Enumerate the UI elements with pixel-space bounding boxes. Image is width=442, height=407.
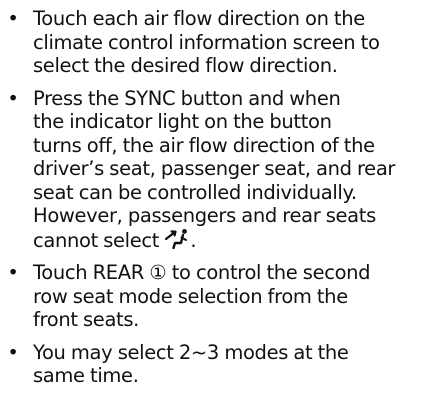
- item-line: same time.: [33, 364, 139, 387]
- item-line: Touch REAR ① to control the second: [33, 261, 371, 284]
- item-line: turns off, the air flow direction of the: [33, 133, 375, 157]
- instruction-list: • Touch each air flow direction on the c…: [0, 0, 442, 388]
- item-line: You may select 2~3 modes at the: [33, 340, 349, 364]
- item-line: Touch each air flow direction on the: [33, 7, 365, 30]
- list-item: • You may select 2~3 modes at the same t…: [0, 341, 442, 388]
- bullet-marker: •: [7, 7, 19, 30]
- bullet-marker: •: [7, 340, 19, 364]
- item-line: front seats.: [33, 308, 139, 331]
- bullet-marker: •: [7, 86, 19, 110]
- item-line: However, passengers and rear seats: [33, 204, 376, 227]
- item-line-end: .: [190, 228, 197, 252]
- seat-airflow-icon: [165, 228, 188, 249]
- list-item: • Press the SYNC button and when the ind…: [0, 87, 442, 253]
- item-line: driver’s seat, passenger seat, and rear: [33, 157, 396, 180]
- item-line: cannot select: [33, 228, 160, 252]
- item-line: row seat mode selection from the: [33, 284, 348, 308]
- item-line: seat can be controlled individually.: [33, 180, 357, 204]
- list-item: • Touch REAR ① to control the second row…: [0, 261, 442, 332]
- list-item: • Touch each air flow direction on the c…: [0, 7, 442, 78]
- bullet-marker: •: [7, 261, 19, 284]
- item-line: the indicator light on the button: [33, 110, 332, 133]
- item-line: select the desired flow direction.: [33, 54, 338, 77]
- item-line: climate control information screen to: [33, 30, 380, 54]
- item-line: Press the SYNC button and when: [33, 86, 341, 110]
